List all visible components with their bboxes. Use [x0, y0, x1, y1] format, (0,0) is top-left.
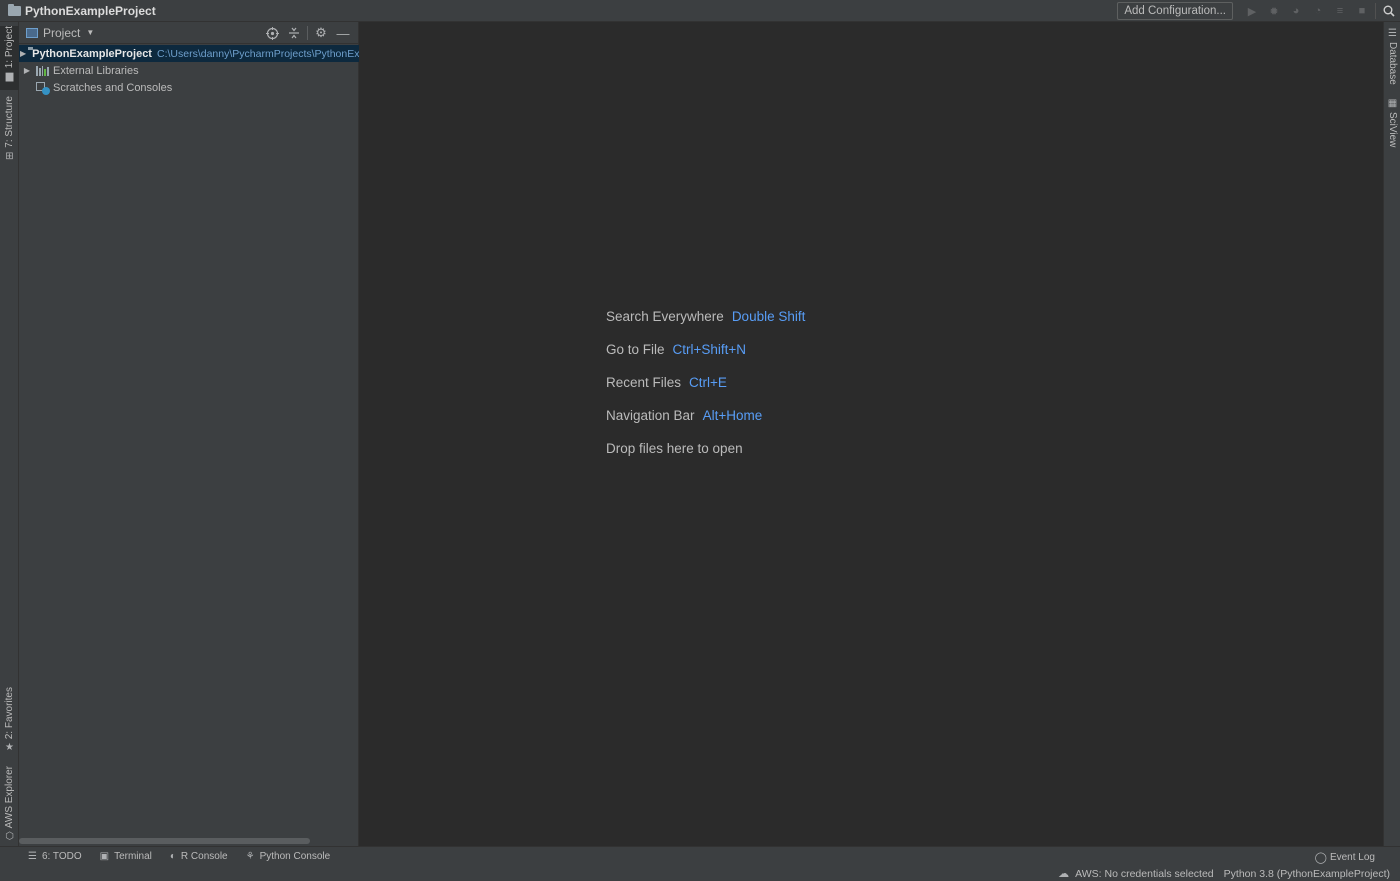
python-icon: ⚘: [246, 851, 255, 862]
tool-tab-project[interactable]: 1: Project ▆: [0, 26, 19, 90]
toolbar-divider: [1375, 3, 1376, 19]
hint-shortcut: Alt+Home: [703, 408, 763, 423]
left-tool-stripe: 1: Project ▆ 7: Structure ⊞ 2: Favorites…: [0, 22, 19, 846]
project-tree: ▶ PythonExampleProject C:\Users\danny\Py…: [19, 45, 359, 96]
tool-tab-r-console[interactable]: ◐ R Console: [170, 851, 228, 862]
tool-tab-structure[interactable]: 7: Structure ⊞: [0, 96, 19, 160]
hint-search-everywhere: Search Everywhere Double Shift: [606, 300, 805, 333]
chevron-down-icon[interactable]: ▼: [86, 28, 94, 37]
tool-tab-label: SciView: [1387, 112, 1398, 147]
add-configuration-button[interactable]: Add Configuration...: [1117, 2, 1233, 20]
hint-navigation-bar: Navigation Bar Alt+Home: [606, 399, 805, 432]
list-icon: ☰: [28, 851, 37, 862]
project-tool-window: Project ▼ ⚙ — ▶ PythonExampleProject C:\…: [19, 22, 359, 846]
aws-status-text: AWS: No credentials selected: [1075, 868, 1214, 880]
tool-tab-label: 6: TODO: [42, 851, 82, 862]
hint-go-to-file: Go to File Ctrl+Shift+N: [606, 333, 805, 366]
hint-label: Recent Files: [606, 375, 681, 390]
right-tool-stripe: ☰ Database ▦ SciView: [1383, 22, 1400, 846]
hint-label: Drop files here to open: [606, 441, 743, 456]
search-icon[interactable]: [1378, 0, 1400, 22]
sciview-icon: ▦: [1388, 98, 1397, 109]
tool-tab-aws-explorer[interactable]: AWS Explorer ⬡: [0, 766, 19, 838]
aws-connection-status[interactable]: ☁ AWS: No credentials selected: [1058, 867, 1214, 880]
breadcrumb-project[interactable]: PythonExampleProject: [25, 4, 156, 18]
python-interpreter-status[interactable]: Python 3.8 (PythonExampleProject): [1224, 868, 1390, 880]
tool-tab-label: AWS Explorer: [4, 766, 15, 828]
tree-node-label: PythonExampleProject: [32, 48, 152, 60]
coverage-icon[interactable]: ◕: [1285, 0, 1307, 22]
tool-tab-label: Event Log: [1330, 852, 1375, 863]
gear-icon[interactable]: ⚙: [310, 22, 332, 44]
tool-tab-label: Terminal: [114, 851, 152, 862]
hint-label: Search Everywhere: [606, 309, 724, 324]
tool-tab-sciview[interactable]: ▦ SciView: [1384, 98, 1400, 148]
locate-icon[interactable]: [261, 22, 283, 44]
r-console-icon: ◐: [170, 851, 176, 862]
tool-tab-label: Python Console: [260, 851, 331, 862]
scratches-icon: [36, 82, 49, 94]
tree-node-label: Scratches and Consoles: [53, 82, 172, 94]
tool-tab-favorites[interactable]: 2: Favorites ★: [0, 687, 19, 753]
interpreter-text: Python 3.8 (PythonExampleProject): [1224, 868, 1390, 880]
aws-cube-icon: ⬡: [5, 831, 14, 842]
concurrency-icon[interactable]: ≡: [1329, 0, 1351, 22]
tool-tab-event-log[interactable]: ◯ Event Log: [1315, 847, 1375, 867]
library-icon: [36, 65, 49, 76]
folder-icon: [8, 6, 21, 16]
run-icon[interactable]: ▶: [1241, 0, 1263, 22]
editor-area[interactable]: Search Everywhere Double Shift Go to Fil…: [360, 22, 1383, 846]
tool-tab-terminal[interactable]: ▣ Terminal: [100, 851, 152, 862]
hint-label: Navigation Bar: [606, 408, 695, 423]
structure-icon: ⊞: [5, 151, 13, 162]
event-log-icon: ◯: [1315, 851, 1327, 864]
tool-tab-label: R Console: [181, 851, 228, 862]
tree-node-project-root[interactable]: ▶ PythonExampleProject C:\Users\danny\Py…: [19, 45, 359, 62]
expand-arrow-icon[interactable]: ▶: [20, 66, 34, 75]
aws-cloud-icon: ☁: [1058, 867, 1069, 880]
hint-recent-files: Recent Files Ctrl+E: [606, 366, 805, 399]
tool-tab-todo[interactable]: ☰ 6: TODO: [28, 851, 82, 862]
hint-label: Go to File: [606, 342, 665, 357]
hide-icon[interactable]: —: [332, 22, 354, 44]
tool-tab-label: 1: Project: [4, 26, 15, 68]
hint-shortcut: Double Shift: [732, 309, 806, 324]
tool-tab-label: 2: Favorites: [4, 687, 15, 739]
folder-icon: ▆: [6, 71, 14, 82]
tool-tab-python-console[interactable]: ⚘ Python Console: [246, 851, 331, 862]
header-divider: [307, 26, 308, 40]
profile-icon[interactable]: ◔: [1307, 0, 1329, 22]
database-icon: ☰: [1388, 28, 1397, 39]
tool-tab-database[interactable]: ☰ Database: [1384, 28, 1400, 84]
hint-shortcut: Ctrl+Shift+N: [673, 342, 747, 357]
tool-tab-label: 7: Structure: [4, 96, 15, 148]
expand-arrow-icon[interactable]: ▶: [20, 49, 26, 58]
tool-tab-label: Database: [1387, 42, 1398, 85]
hint-shortcut: Ctrl+E: [689, 375, 727, 390]
tree-node-external-libraries[interactable]: ▶ External Libraries: [19, 62, 359, 79]
terminal-icon: ▣: [100, 851, 109, 862]
empty-editor-hints: Search Everywhere Double Shift Go to Fil…: [606, 300, 805, 465]
project-panel-actions: ⚙ —: [261, 22, 354, 44]
stop-icon[interactable]: ■: [1351, 0, 1373, 22]
star-icon: ★: [5, 742, 14, 753]
run-toolbar: Add Configuration... ▶ ✹ ◕ ◔ ≡ ■: [1117, 0, 1400, 22]
bottom-tool-stripe: ☰ 6: TODO ▣ Terminal ◐ R Console ⚘ Pytho…: [0, 846, 1400, 866]
hint-drop-files: Drop files here to open: [606, 432, 805, 465]
project-view-selector[interactable]: Project: [43, 26, 80, 40]
debug-icon[interactable]: ✹: [1263, 0, 1285, 22]
tree-node-path: C:\Users\danny\PycharmProjects\PythonExa: [157, 48, 359, 60]
project-view-icon: [26, 28, 38, 38]
tree-node-label: External Libraries: [53, 65, 139, 77]
navigation-bar: PythonExampleProject Add Configuration..…: [0, 0, 1400, 22]
project-panel-header: Project ▼ ⚙ —: [19, 22, 358, 44]
tree-node-scratches[interactable]: Scratches and Consoles: [19, 79, 359, 96]
collapse-all-icon[interactable]: [283, 22, 305, 44]
status-bar: ☁ AWS: No credentials selected Python 3.…: [0, 866, 1400, 881]
horizontal-scrollbar[interactable]: [19, 838, 310, 844]
